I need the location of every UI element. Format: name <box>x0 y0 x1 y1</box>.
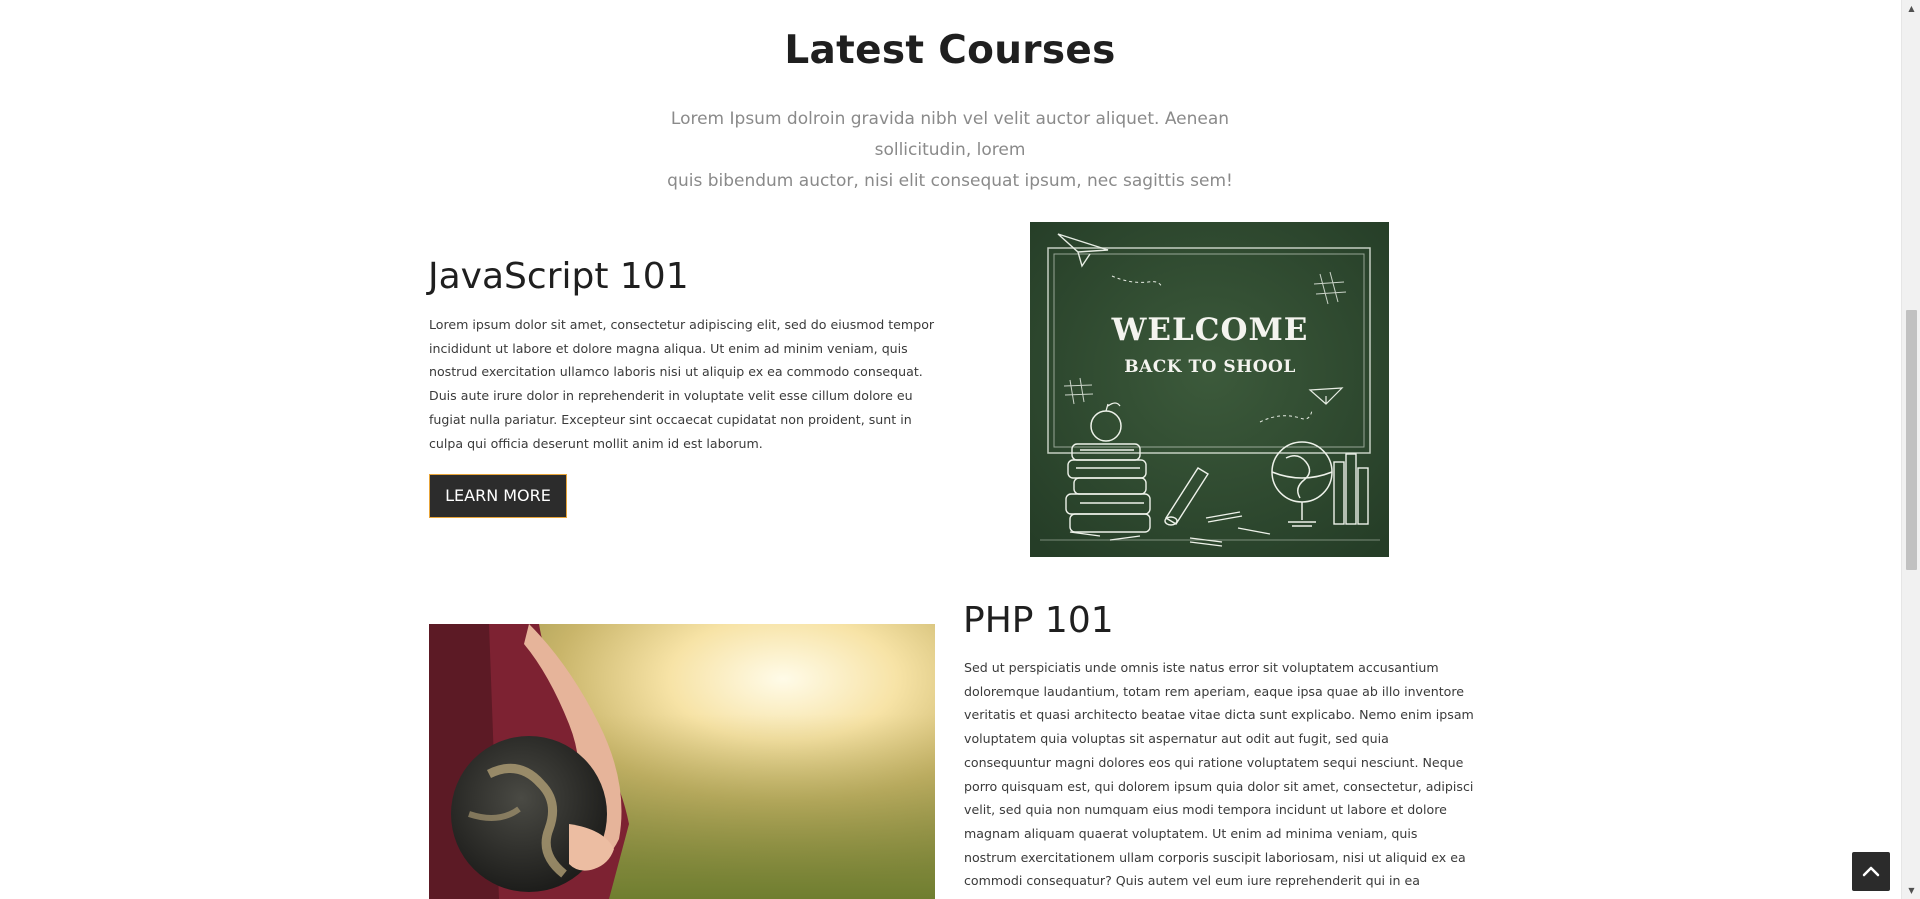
back-to-top-button[interactable] <box>1852 852 1890 891</box>
course-title-javascript: JavaScript 101 <box>428 256 689 297</box>
course-description-javascript: Lorem ipsum dolor sit amet, consectetur … <box>429 317 935 451</box>
chevron-up-icon <box>1862 866 1880 877</box>
vertical-scrollbar[interactable]: ▲ ▼ <box>1901 0 1920 899</box>
chalkboard-line-1: WELCOME <box>1111 312 1309 348</box>
page: Latest Courses Lorem Ipsum dolroin gravi… <box>0 0 1920 899</box>
learn-more-button[interactable]: LEARN MORE <box>429 474 567 518</box>
scrollbar-thumb[interactable] <box>1906 310 1917 570</box>
course-title-php: PHP 101 <box>963 600 1114 641</box>
course-description-php: Sed ut perspiciatis unde omnis iste natu… <box>964 660 1474 899</box>
scroll-down-arrow-icon[interactable]: ▼ <box>1902 882 1920 899</box>
section-subtitle-line-1: Lorem Ipsum dolroin gravida nibh vel vel… <box>670 109 1230 160</box>
section-title: Latest Courses <box>784 28 1116 73</box>
course-image-globe <box>429 624 935 899</box>
scroll-up-arrow-icon[interactable]: ▲ <box>1902 0 1920 17</box>
course-image-chalkboard: WELCOME BACK TO SHOOL <box>1030 222 1389 557</box>
chalkboard-line-2: BACK TO SHOOL <box>1124 357 1296 377</box>
section-subtitle: Lorem Ipsum dolroin gravida nibh vel vel… <box>620 104 1280 197</box>
section-subtitle-line-2: quis bibendum auctor, nisi elit consequa… <box>667 171 1233 191</box>
